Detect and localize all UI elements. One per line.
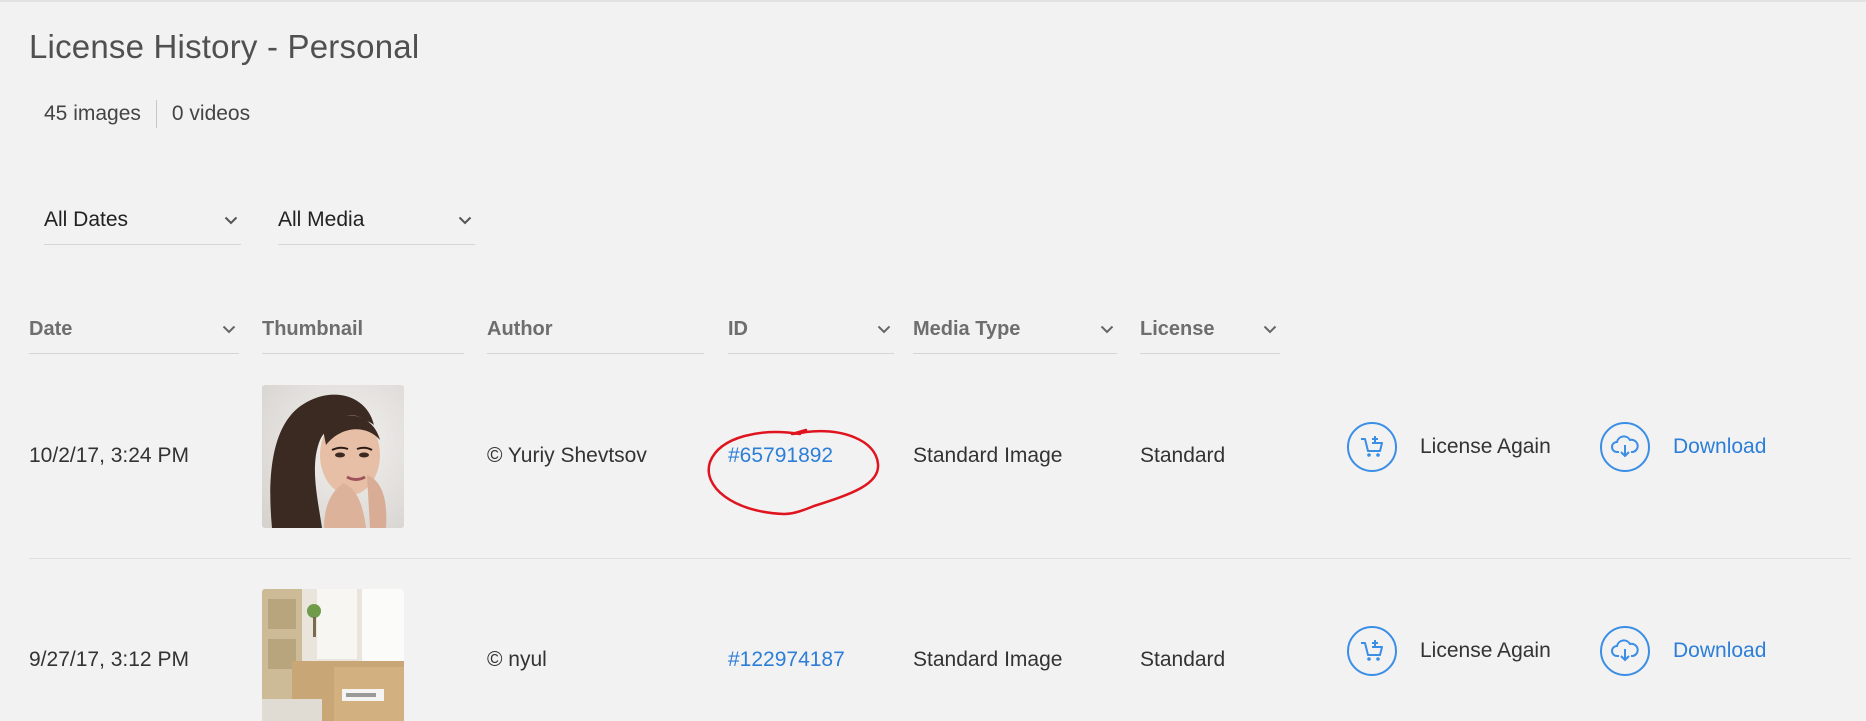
date-filter-label: All Dates — [44, 208, 129, 231]
license-again-button[interactable]: License Again — [1347, 422, 1551, 472]
row-id-link[interactable]: #122974187 — [728, 648, 845, 672]
column-header-date[interactable]: Date — [29, 305, 239, 354]
column-header-media-type[interactable]: Media Type — [913, 305, 1117, 354]
license-again-label: License Again — [1420, 435, 1551, 458]
cloud-download-icon — [1600, 626, 1650, 676]
download-label: Download — [1673, 639, 1767, 662]
chevron-down-icon — [874, 319, 894, 339]
chevron-down-icon — [1260, 319, 1280, 339]
column-header-author-label: Author — [487, 317, 553, 340]
row-media-type: Standard Image — [913, 444, 1063, 467]
counts-separator — [155, 100, 157, 128]
images-count: 45 images — [44, 102, 141, 125]
license-again-button[interactable]: License Again — [1347, 626, 1551, 676]
column-header-license-label: License — [1140, 317, 1215, 340]
column-header-id[interactable]: ID — [728, 305, 894, 354]
download-label: Download — [1673, 435, 1767, 458]
row-license: Standard — [1140, 648, 1226, 671]
date-filter-dropdown[interactable]: All Dates — [44, 196, 241, 245]
media-counts: 45 images 0 videos — [44, 100, 250, 128]
column-header-license[interactable]: License — [1140, 305, 1280, 354]
row-date: 9/27/17, 3:12 PM — [29, 648, 189, 671]
thumbnail-image[interactable] — [262, 589, 404, 721]
column-header-thumbnail-label: Thumbnail — [262, 317, 364, 340]
license-again-label: License Again — [1420, 639, 1551, 662]
thumbnail-image[interactable] — [262, 385, 404, 528]
download-button[interactable]: Download — [1600, 626, 1766, 676]
column-header-media-type-label: Media Type — [913, 317, 1021, 340]
top-divider — [0, 0, 1866, 2]
media-filter-label: All Media — [278, 208, 365, 231]
row-date: 10/2/17, 3:24 PM — [29, 444, 189, 467]
row-author: © nyul — [487, 648, 547, 671]
media-filter-dropdown[interactable]: All Media — [278, 196, 475, 245]
row-id-link[interactable]: #65791892 — [728, 444, 833, 468]
annotation-circle — [707, 428, 880, 516]
column-header-date-label: Date — [29, 317, 73, 340]
row-license: Standard — [1140, 444, 1226, 467]
cloud-download-icon — [1600, 422, 1650, 472]
chevron-down-icon — [219, 319, 239, 339]
cart-add-icon — [1347, 626, 1397, 676]
column-header-id-label: ID — [728, 317, 748, 340]
chevron-down-icon — [1097, 319, 1117, 339]
page-title: License History - Personal — [29, 28, 420, 65]
row-media-type: Standard Image — [913, 648, 1063, 671]
chevron-down-icon — [221, 210, 241, 230]
column-header-author: Author — [487, 305, 704, 354]
row-author: © Yuriy Shevtsov — [487, 444, 647, 467]
download-button[interactable]: Download — [1600, 422, 1766, 472]
column-header-thumbnail: Thumbnail — [262, 305, 464, 354]
row-divider — [29, 558, 1851, 559]
videos-count: 0 videos — [171, 102, 251, 125]
cart-add-icon — [1347, 422, 1397, 472]
chevron-down-icon — [455, 210, 475, 230]
